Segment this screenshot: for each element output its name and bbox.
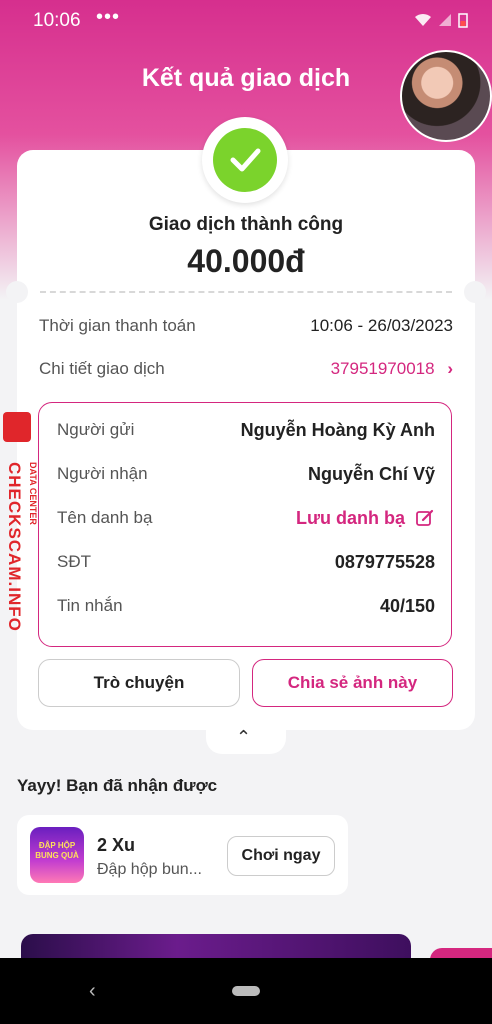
transaction-status: Giao dịch thành công bbox=[148, 214, 344, 235]
status-bar: 10:06 ••• bbox=[0, 0, 492, 42]
save-contact-button[interactable]: Lưu danh bạ bbox=[296, 508, 435, 529]
status-icons bbox=[414, 12, 468, 28]
message-count: 40/150 bbox=[379, 595, 435, 616]
contact-row: Tên danh bạ Lưu danh bạ bbox=[57, 505, 435, 531]
divider bbox=[40, 291, 452, 293]
watermark-text: CHECKSCAM.INFO bbox=[5, 462, 24, 632]
phone-label: SĐT bbox=[57, 552, 91, 571]
signal-icon bbox=[439, 14, 451, 26]
notification-dots: ••• bbox=[96, 6, 121, 28]
contact-label: Tên danh bạ bbox=[57, 508, 153, 527]
save-contact-label: Lưu danh bạ bbox=[295, 507, 405, 528]
avatar[interactable] bbox=[400, 50, 492, 142]
receiver-label: Người nhận bbox=[57, 464, 148, 483]
card-notch-left bbox=[6, 281, 28, 303]
payment-time-label: Thời gian thanh toán bbox=[39, 316, 196, 335]
success-badge bbox=[202, 117, 288, 203]
rewards-heading: Yayy! Bạn đã nhận được bbox=[17, 776, 218, 795]
back-icon[interactable]: ‹ bbox=[89, 980, 96, 1003]
sender-value: Nguyễn Hoàng Kỳ Anh bbox=[240, 419, 435, 440]
chevron-up-icon[interactable]: ⌃ bbox=[236, 727, 251, 748]
phone-row: SĐT 0879775528 bbox=[57, 549, 435, 575]
transaction-detail-row[interactable]: Chi tiết giao dịch 37951970018 › bbox=[39, 356, 453, 382]
message-row: Tin nhắn 40/150 bbox=[57, 593, 435, 619]
status-time: 10:06 bbox=[33, 10, 81, 31]
receiver-value: Nguyễn Chí Vỹ bbox=[307, 463, 435, 484]
home-pill-icon[interactable] bbox=[232, 986, 260, 996]
reward-title: 2 Xu bbox=[97, 835, 136, 855]
payment-time-row: Thời gian thanh toán 10:06 - 26/03/2023 bbox=[39, 313, 453, 339]
chat-button[interactable]: Trò chuyện bbox=[38, 659, 240, 707]
play-now-button[interactable]: Chơi ngay bbox=[227, 836, 335, 876]
edit-icon bbox=[416, 509, 434, 526]
transaction-id-link[interactable]: 37951970018 › bbox=[331, 359, 453, 379]
watermark-subtext: DATA CENTER bbox=[28, 462, 38, 525]
chevron-right-icon: › bbox=[447, 359, 453, 378]
sender-row: Người gửi Nguyễn Hoàng Kỳ Anh bbox=[57, 417, 435, 443]
transaction-amount: 40.000đ bbox=[187, 243, 305, 279]
reward-card[interactable]: ĐẬP HỘP BUNG QUÀ 2 Xu Đập hộp bun... Chơ… bbox=[17, 815, 348, 895]
reward-subtitle: Đập hộp bun... bbox=[97, 861, 202, 878]
watermark: CHECKSCAM.INFO DATA CENTER bbox=[0, 412, 50, 652]
lock-icon bbox=[3, 412, 31, 442]
transfer-details-box: Người gửi Nguyễn Hoàng Kỳ Anh Người nhận… bbox=[38, 402, 452, 647]
card-notch-right bbox=[464, 281, 486, 303]
message-label: Tin nhắn bbox=[57, 596, 123, 615]
payment-time-value: 10:06 - 26/03/2023 bbox=[310, 316, 453, 335]
sender-label: Người gửi bbox=[57, 420, 135, 439]
receiver-row: Người nhận Nguyễn Chí Vỹ bbox=[57, 461, 435, 487]
game-icon: ĐẬP HỘP BUNG QUÀ bbox=[30, 827, 84, 883]
share-image-button[interactable]: Chia sẻ ảnh này bbox=[252, 659, 453, 707]
phone-value: 0879775528 bbox=[334, 551, 435, 572]
transaction-detail-label: Chi tiết giao dịch bbox=[39, 359, 165, 378]
check-icon bbox=[213, 128, 277, 192]
transaction-id: 37951970018 bbox=[330, 359, 435, 378]
battery-icon bbox=[458, 13, 468, 28]
wifi-icon bbox=[415, 13, 431, 26]
